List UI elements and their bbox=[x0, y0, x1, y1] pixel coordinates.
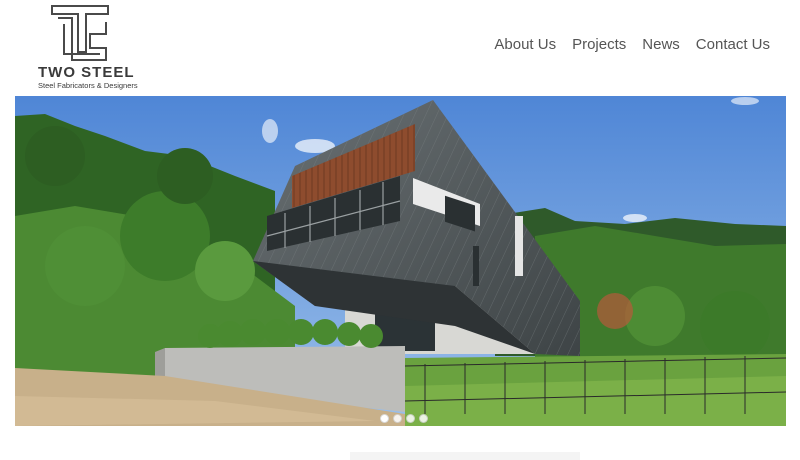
logo-title: TWO STEEL bbox=[38, 64, 135, 81]
content-strip bbox=[350, 452, 580, 460]
nav-about-us[interactable]: About Us bbox=[494, 36, 556, 53]
slider-pagination bbox=[380, 414, 428, 423]
slider-dot-2[interactable] bbox=[393, 414, 402, 423]
logo-subtitle: Steel Fabricators & Designers bbox=[38, 81, 138, 90]
nav-news[interactable]: News bbox=[642, 36, 680, 53]
nav-projects[interactable]: Projects bbox=[572, 36, 626, 53]
slider-dot-3[interactable] bbox=[406, 414, 415, 423]
site-logo[interactable]: TWO STEEL Steel Fabricators & Designers bbox=[36, 4, 146, 90]
hero-slider[interactable] bbox=[15, 96, 786, 426]
nav-contact-us[interactable]: Contact Us bbox=[696, 36, 770, 53]
hero-image bbox=[15, 96, 786, 426]
main-nav: About Us Projects News Contact Us bbox=[494, 36, 770, 53]
logo-mark-icon bbox=[51, 5, 109, 61]
slider-dot-4[interactable] bbox=[419, 414, 428, 423]
site-header: TWO STEEL Steel Fabricators & Designers … bbox=[0, 0, 800, 95]
slider-dot-1[interactable] bbox=[380, 414, 389, 423]
